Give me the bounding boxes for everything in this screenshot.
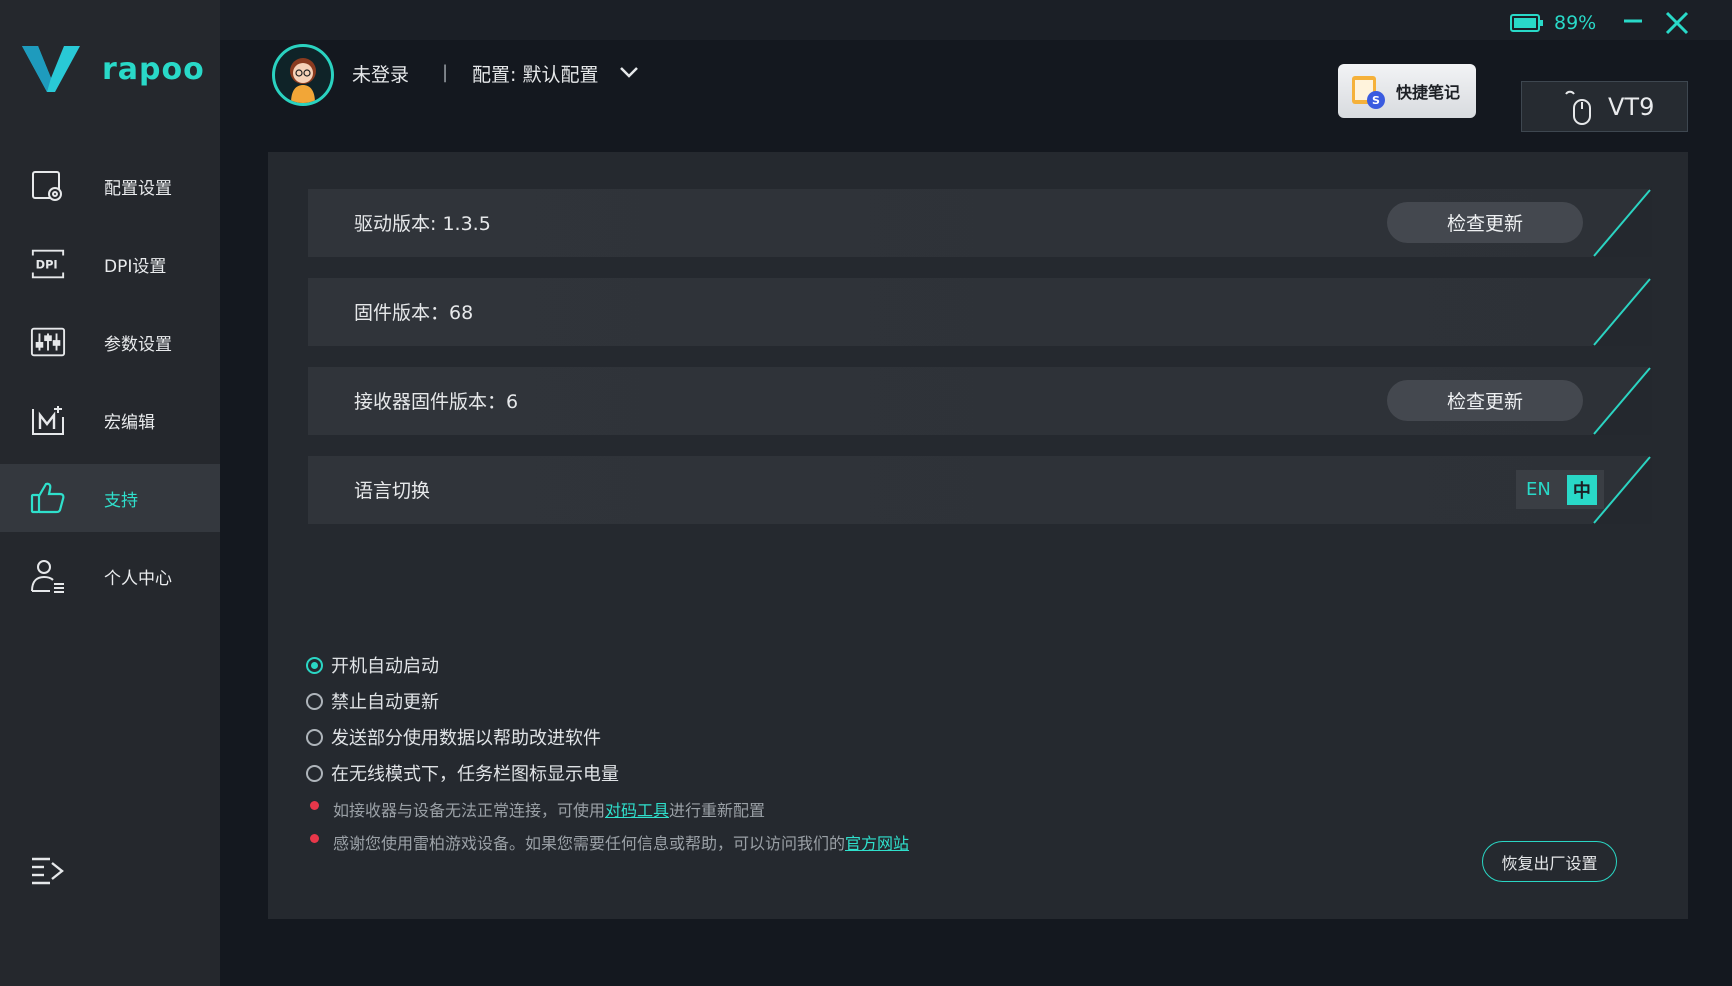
- option-label: 开机自动启动: [331, 656, 439, 677]
- svg-text:DPI: DPI: [36, 258, 58, 272]
- note-text: 感谢您使用雷柏游戏设备。如果您需要任何信息或帮助，可以访问我们的: [333, 834, 846, 853]
- driver-version-row: 驱动版本: 1.3.5 检查更新: [308, 187, 1652, 257]
- battery-indicator: 89%: [1510, 12, 1596, 34]
- sidebar-item-dpi[interactable]: DPI DPI设置: [0, 230, 220, 298]
- device-name: VT9: [1608, 92, 1655, 121]
- website-note: 感谢您使用雷柏游戏设备。如果您需要任何信息或帮助，可以访问我们的 官方网站: [310, 830, 909, 854]
- sidebar-item-macro[interactable]: 宏编辑: [0, 386, 220, 454]
- pairing-note: 如接收器与设备无法正常连接，可使用 对码工具 进行重新配置: [310, 797, 765, 821]
- close-icon[interactable]: [1664, 10, 1690, 36]
- option-send-usage-data[interactable]: 发送部分使用数据以帮助改进软件: [306, 724, 601, 750]
- language-label: 语言切换: [354, 480, 431, 502]
- pairing-tool-link[interactable]: 对码工具: [605, 797, 669, 821]
- brand-logo: rapoo: [22, 44, 205, 94]
- option-tray-battery[interactable]: 在无线模式下，任务栏图标显示电量: [306, 760, 619, 786]
- bullet-dot: [310, 833, 319, 843]
- battery-icon: [1510, 14, 1543, 32]
- firmware-version-row: 固件版本：68: [308, 276, 1652, 346]
- notes-icon: S: [1352, 76, 1385, 109]
- logo-text: rapoo: [102, 51, 205, 87]
- sidebar-nav: 配置设置 DPI DPI设置 参数设置 宏编辑 支持 个人中心: [0, 152, 220, 620]
- note-text: 进行重新配置: [669, 801, 766, 820]
- option-label: 禁止自动更新: [331, 692, 439, 713]
- language-row: 语言切换 EN 中: [308, 454, 1652, 524]
- menu-collapse-icon[interactable]: [30, 855, 66, 887]
- row-accent: [1222, 454, 1652, 524]
- header-divider: |: [442, 62, 449, 83]
- device-selector[interactable]: VT9: [1521, 81, 1688, 132]
- driver-version: 驱动版本: 1.3.5: [354, 213, 491, 235]
- sidebar-item-label: 配置设置: [104, 178, 172, 199]
- user-center-icon: [30, 558, 66, 594]
- sidebar-item-params[interactable]: 参数设置: [0, 308, 220, 376]
- config-settings-icon: [30, 168, 66, 204]
- thumbs-up-icon: [30, 480, 66, 516]
- chevron-down-icon[interactable]: [618, 64, 640, 80]
- option-label: 在无线模式下，任务栏图标显示电量: [331, 764, 619, 785]
- minimize-icon[interactable]: [1622, 10, 1644, 32]
- receiver-firmware-version: 接收器固件版本：6: [354, 391, 519, 413]
- sidebar-item-support[interactable]: 支持: [0, 464, 220, 532]
- macro-icon: [30, 402, 66, 438]
- row-accent: [1222, 187, 1652, 257]
- row-accent: [1222, 365, 1652, 435]
- factory-reset-button[interactable]: 恢复出厂设置: [1482, 841, 1617, 882]
- sidebar-item-label: 个人中心: [104, 568, 172, 589]
- sidebar: rapoo 配置设置 DPI DPI设置 参数设置 宏编辑 支持 个人中心: [0, 0, 220, 986]
- official-website-link[interactable]: 官方网站: [845, 830, 909, 854]
- radio-unchecked[interactable]: [306, 728, 323, 746]
- option-label: 发送部分使用数据以帮助改进软件: [331, 728, 601, 749]
- firmware-version: 固件版本：68: [354, 302, 474, 324]
- sliders-icon: [30, 324, 66, 360]
- sidebar-item-label: 参数设置: [104, 334, 172, 355]
- radio-unchecked[interactable]: [306, 692, 323, 710]
- sidebar-item-label: 支持: [104, 490, 138, 511]
- receiver-firmware-row: 接收器固件版本：6 检查更新: [308, 365, 1652, 435]
- profile-select[interactable]: 配置: 默认配置: [472, 60, 598, 87]
- quick-notes-label: 快捷笔记: [1396, 83, 1461, 102]
- svg-text:S: S: [1372, 94, 1380, 107]
- quick-notes-button[interactable]: S 快捷笔记: [1338, 64, 1476, 118]
- battery-level: 89%: [1554, 12, 1597, 34]
- sidebar-item-label: DPI设置: [104, 256, 167, 277]
- dpi-icon: DPI: [30, 246, 66, 282]
- bullet-dot: [310, 800, 319, 810]
- avatar[interactable]: [272, 44, 334, 106]
- sidebar-item-config[interactable]: 配置设置: [0, 152, 220, 220]
- title-bar: [220, 0, 1732, 40]
- radio-unchecked[interactable]: [306, 764, 323, 782]
- option-auto-start[interactable]: 开机自动启动: [306, 652, 439, 678]
- sidebar-item-user-center[interactable]: 个人中心: [0, 542, 220, 610]
- login-status[interactable]: 未登录: [352, 60, 409, 87]
- sidebar-item-label: 宏编辑: [104, 412, 155, 433]
- row-accent: [1222, 276, 1652, 346]
- support-panel: 驱动版本: 1.3.5 检查更新 固件版本：68 接收器固件版本：6 检查更新 …: [268, 152, 1688, 919]
- note-text: 如接收器与设备无法正常连接，可使用: [333, 801, 606, 820]
- radio-checked[interactable]: [306, 656, 323, 674]
- v-logo-icon: [22, 46, 80, 92]
- option-disable-auto-update[interactable]: 禁止自动更新: [306, 688, 439, 714]
- wireless-mouse-icon: [1565, 90, 1591, 125]
